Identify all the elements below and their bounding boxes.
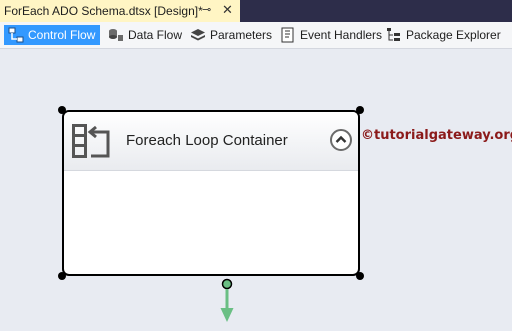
watermark-text: ©tutorialgateway.org [361, 128, 512, 143]
parameters-icon [190, 27, 206, 43]
foreach-loop-container[interactable]: Foreach Loop Container [62, 110, 360, 276]
control-flow-icon [8, 27, 24, 43]
pin-icon[interactable]: ⊸ [202, 3, 211, 16]
tab-label: Package Explorer [406, 28, 501, 42]
close-icon[interactable]: ✕ [222, 2, 233, 18]
container-header[interactable]: Foreach Loop Container [64, 112, 358, 171]
tab-event-handlers[interactable]: Event Handlers [276, 25, 382, 45]
event-handlers-icon [280, 27, 296, 43]
resize-handle-bottom-right[interactable] [356, 272, 364, 280]
resize-handle-bottom-left[interactable] [58, 272, 66, 280]
resize-handle-top-left[interactable] [58, 106, 66, 114]
precedence-constraint-arrow[interactable] [220, 278, 234, 324]
tab-label: Event Handlers [300, 28, 383, 42]
tab-parameters[interactable]: Parameters [186, 25, 272, 45]
tab-label: Parameters [210, 28, 273, 42]
data-flow-icon [108, 27, 124, 43]
designer-tabs-toolbar: Control Flow Data Flow Parameters Event … [0, 22, 512, 49]
package-explorer-icon [386, 27, 402, 43]
tab-label: Control Flow [28, 28, 96, 42]
resize-handle-top-right[interactable] [356, 106, 364, 114]
container-title: Foreach Loop Container [126, 132, 288, 149]
document-tabstrip: ForEach ADO Schema.dtsx [Design]* ⊸ ✕ [0, 0, 512, 22]
tab-control-flow[interactable]: Control Flow [4, 25, 100, 45]
tab-label: Data Flow [128, 28, 183, 42]
document-tab-title: ForEach ADO Schema.dtsx [Design]* [4, 4, 203, 18]
tab-data-flow[interactable]: Data Flow [104, 25, 182, 45]
document-tab[interactable]: ForEach ADO Schema.dtsx [Design]* ⊸ ✕ [0, 0, 240, 22]
collapse-button[interactable] [330, 129, 352, 151]
tab-package-explorer[interactable]: Package Explorer [382, 25, 501, 45]
chevron-up-icon [335, 135, 347, 143]
foreach-loop-icon [72, 124, 110, 163]
